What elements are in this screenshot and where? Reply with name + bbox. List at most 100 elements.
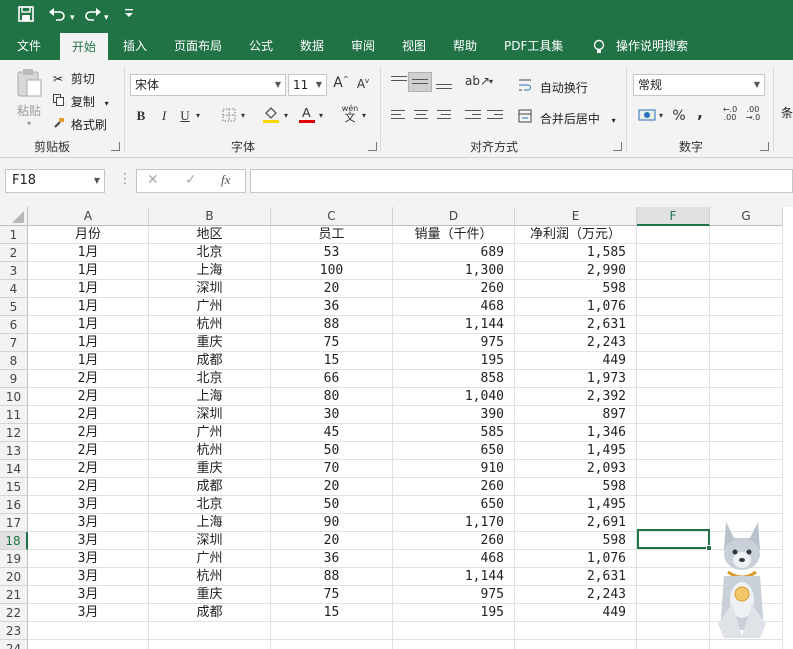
column-header-B[interactable]: B xyxy=(149,207,271,226)
font-size-dropdown[interactable]: 11 ▼ xyxy=(288,74,327,96)
alignment-launcher-icon[interactable] xyxy=(613,142,622,151)
decrease-indent-icon[interactable] xyxy=(465,110,481,122)
borders-dropdown-icon[interactable]: ▾ xyxy=(241,111,245,120)
row-header-8[interactable]: 8 xyxy=(0,352,28,370)
increase-font-size-button[interactable]: A^ xyxy=(333,75,349,91)
cell-F10[interactable] xyxy=(637,388,710,406)
cell-A2[interactable]: 1月 xyxy=(28,244,149,262)
cell-A12[interactable]: 2月 xyxy=(28,424,149,442)
cell-D3[interactable]: 1,300 xyxy=(393,262,515,280)
cell-B15[interactable]: 成都 xyxy=(149,478,271,496)
cell-B7[interactable]: 重庆 xyxy=(149,334,271,352)
align-middle-button[interactable] xyxy=(408,72,432,92)
cell-E24[interactable] xyxy=(515,640,637,649)
cell-F22[interactable] xyxy=(637,604,710,622)
cell-A22[interactable]: 3月 xyxy=(28,604,149,622)
cell-G2[interactable] xyxy=(710,244,783,262)
cell-F12[interactable] xyxy=(637,424,710,442)
cell-E17[interactable]: 2,691 xyxy=(515,514,637,532)
cell-D4[interactable]: 260 xyxy=(393,280,515,298)
cell-B18[interactable]: 深圳 xyxy=(149,532,271,550)
cell-F19[interactable] xyxy=(637,550,710,568)
save-icon[interactable] xyxy=(18,6,34,26)
increase-indent-icon[interactable] xyxy=(487,110,503,122)
wrap-text-button[interactable]: 自动换行 xyxy=(518,78,588,96)
font-launcher-icon[interactable] xyxy=(368,142,377,151)
cell-G15[interactable] xyxy=(710,478,783,496)
cell-A18[interactable]: 3月 xyxy=(28,532,149,550)
cell-C16[interactable]: 50 xyxy=(271,496,393,514)
cell-B21[interactable]: 重庆 xyxy=(149,586,271,604)
cell-D19[interactable]: 468 xyxy=(393,550,515,568)
row-header-10[interactable]: 10 xyxy=(0,388,28,406)
number-launcher-icon[interactable] xyxy=(760,142,769,151)
cell-D16[interactable]: 650 xyxy=(393,496,515,514)
cell-C22[interactable]: 15 xyxy=(271,604,393,622)
increase-decimal-button[interactable]: ←.0.00 xyxy=(721,106,739,122)
comma-style-button[interactable]: , xyxy=(695,104,705,122)
row-header-12[interactable]: 12 xyxy=(0,424,28,442)
cell-A13[interactable]: 2月 xyxy=(28,442,149,460)
cell-G4[interactable] xyxy=(710,280,783,298)
cell-G7[interactable] xyxy=(710,334,783,352)
cell-B6[interactable]: 杭州 xyxy=(149,316,271,334)
cell-F14[interactable] xyxy=(637,460,710,478)
cell-A19[interactable]: 3月 xyxy=(28,550,149,568)
conditional-format-button-partial[interactable]: 条 xyxy=(781,104,793,121)
cell-F7[interactable] xyxy=(637,334,710,352)
cell-B13[interactable]: 杭州 xyxy=(149,442,271,460)
paste-button[interactable]: 粘贴 ▾ xyxy=(12,68,46,128)
cell-G16[interactable] xyxy=(710,496,783,514)
tab-pdf-tools[interactable]: PDF工具集 xyxy=(502,33,565,60)
cell-B20[interactable]: 杭州 xyxy=(149,568,271,586)
cell-C6[interactable]: 88 xyxy=(271,316,393,334)
cell-E1[interactable]: 净利润（万元） xyxy=(515,226,637,244)
cell-G8[interactable] xyxy=(710,352,783,370)
cell-C14[interactable]: 70 xyxy=(271,460,393,478)
borders-button[interactable] xyxy=(220,108,238,126)
cell-A11[interactable]: 2月 xyxy=(28,406,149,424)
customize-quick-access-icon[interactable] xyxy=(124,7,134,27)
cell-C4[interactable]: 20 xyxy=(271,280,393,298)
cell-E7[interactable]: 2,243 xyxy=(515,334,637,352)
font-name-dropdown[interactable]: 宋体 ▼ xyxy=(130,74,286,96)
cell-D10[interactable]: 1,040 xyxy=(393,388,515,406)
active-cell-F18[interactable] xyxy=(637,529,710,549)
bold-button[interactable]: B xyxy=(134,108,148,124)
accounting-format-button[interactable] xyxy=(637,108,657,126)
cell-D15[interactable]: 260 xyxy=(393,478,515,496)
decrease-decimal-button[interactable]: .00 →.0 xyxy=(744,106,762,122)
cell-A7[interactable]: 1月 xyxy=(28,334,149,352)
column-header-C[interactable]: C xyxy=(271,207,393,226)
cell-A3[interactable]: 1月 xyxy=(28,262,149,280)
cell-A24[interactable] xyxy=(28,640,149,649)
redo-icon[interactable] xyxy=(84,6,102,26)
orientation-button[interactable]: ab↗ xyxy=(465,74,490,88)
row-header-9[interactable]: 9 xyxy=(0,370,28,388)
fill-color-dropdown-icon[interactable]: ▾ xyxy=(284,111,288,120)
row-header-13[interactable]: 13 xyxy=(0,442,28,460)
cell-C21[interactable]: 75 xyxy=(271,586,393,604)
merge-center-button[interactable]: 合并后居中 ▾ xyxy=(518,109,616,127)
row-header-2[interactable]: 2 xyxy=(0,244,28,262)
cell-C15[interactable]: 20 xyxy=(271,478,393,496)
cell-D14[interactable]: 910 xyxy=(393,460,515,478)
row-header-6[interactable]: 6 xyxy=(0,316,28,334)
enter-icon[interactable]: ✓ xyxy=(185,172,197,188)
font-color-dropdown-icon[interactable]: ▾ xyxy=(319,111,323,120)
cell-C13[interactable]: 50 xyxy=(271,442,393,460)
row-header-23[interactable]: 23 xyxy=(0,622,28,640)
cell-F16[interactable] xyxy=(637,496,710,514)
cell-E2[interactable]: 1,585 xyxy=(515,244,637,262)
paste-dropdown-icon[interactable]: ▾ xyxy=(12,119,46,128)
cell-D12[interactable]: 585 xyxy=(393,424,515,442)
cut-button[interactable]: ✂ 剪切 xyxy=(53,70,95,87)
cell-B19[interactable]: 广州 xyxy=(149,550,271,568)
cell-E8[interactable]: 449 xyxy=(515,352,637,370)
redo-dropdown-icon[interactable]: ▾ xyxy=(104,8,109,28)
cell-A10[interactable]: 2月 xyxy=(28,388,149,406)
merge-center-dropdown-icon[interactable]: ▾ xyxy=(612,116,616,125)
cell-E19[interactable]: 1,076 xyxy=(515,550,637,568)
column-header-G[interactable]: G xyxy=(710,207,783,226)
cell-C23[interactable] xyxy=(271,622,393,640)
